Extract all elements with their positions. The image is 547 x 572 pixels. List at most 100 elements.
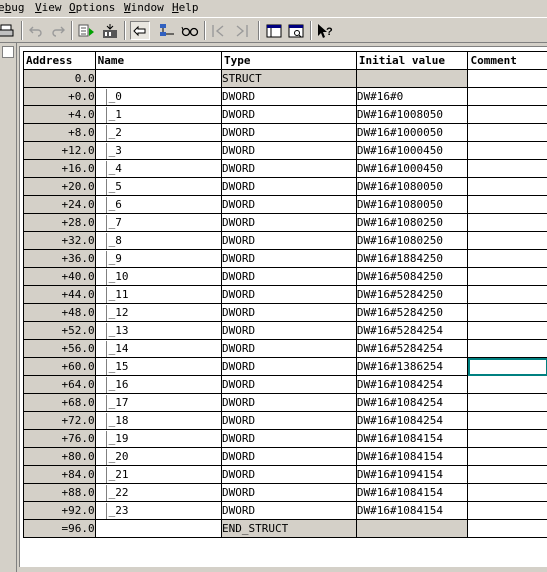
comment-cell[interactable] [467,429,547,448]
type-cell[interactable]: DWORD [221,429,357,448]
table-row[interactable]: +20.0 _5 DWORD DW#16#1080050 [23,177,547,196]
type-cell[interactable]: DWORD [221,357,357,376]
table-row[interactable]: +36.0 _9 DWORD DW#16#1884250 [23,249,547,268]
type-cell[interactable]: DWORD [221,465,357,484]
table-row[interactable]: +4.0 _1 DWORD DW#16#1008050 [23,105,547,124]
type-cell[interactable]: DWORD [221,195,357,214]
type-cell[interactable]: DWORD [221,393,357,412]
comment-cell[interactable] [467,519,547,538]
type-cell[interactable]: DWORD [221,213,357,232]
name-cell[interactable]: _21 [94,465,223,484]
column-header-comment[interactable]: Comment [467,51,547,70]
declaration-view-icon[interactable] [264,21,284,40]
initial-value-cell[interactable]: DW#16#1000050 [355,123,469,142]
comment-cell[interactable] [467,231,547,250]
name-cell[interactable]: _22 [94,483,223,502]
name-cell[interactable]: _4 [94,159,223,178]
type-cell[interactable]: DWORD [221,105,357,124]
initial-value-cell[interactable]: DW#16#1080050 [355,177,469,196]
name-cell[interactable]: _9 [94,249,223,268]
type-cell[interactable]: DWORD [221,87,357,106]
type-cell[interactable]: DWORD [221,411,357,430]
table-row[interactable]: 0.0 STRUCT [23,69,547,88]
comment-cell[interactable] [467,375,547,394]
column-header-initial-value[interactable]: Initial value [355,51,469,70]
name-cell[interactable]: _14 [94,339,223,358]
table-row[interactable]: +68.0 _17 DWORD DW#16#1084254 [23,393,547,412]
type-cell[interactable]: DWORD [221,123,357,142]
initial-value-cell[interactable]: DW#16#1094154 [355,465,469,484]
menu-view[interactable]: View [35,1,62,15]
network-icon[interactable] [157,21,177,40]
initial-value-cell[interactable] [355,69,469,88]
type-cell[interactable]: DWORD [221,141,357,160]
comment-cell[interactable] [467,213,547,232]
table-row[interactable]: +52.0 _13 DWORD DW#16#5284254 [23,321,547,340]
comment-cell[interactable] [467,195,547,214]
comment-cell[interactable] [467,105,547,124]
initial-value-cell[interactable]: DW#16#1084254 [355,411,469,430]
comment-cell[interactable] [467,447,547,466]
comment-cell[interactable] [467,411,547,430]
breakpoint-start-icon[interactable] [209,21,229,40]
menu-debug[interactable]: ebug [0,1,25,15]
name-cell[interactable]: _23 [94,501,223,520]
type-cell[interactable]: DWORD [221,339,357,358]
monitor-icon[interactable] [77,21,97,40]
name-cell[interactable]: _10 [94,267,223,286]
initial-value-cell[interactable]: DW#16#5284250 [355,285,469,304]
type-cell[interactable]: DWORD [221,501,357,520]
name-cell[interactable]: _17 [94,393,223,412]
name-cell[interactable]: _11 [94,285,223,304]
menu-help[interactable]: Help [172,1,199,15]
type-cell[interactable]: DWORD [221,177,357,196]
type-cell[interactable]: DWORD [221,159,357,178]
table-row[interactable]: +0.0 _0 DWORD DW#16#0 [23,87,547,106]
name-cell[interactable]: _2 [94,123,223,142]
name-cell[interactable]: _3 [94,141,223,160]
initial-value-cell[interactable]: DW#16#1084154 [355,447,469,466]
table-row[interactable]: +80.0 _20 DWORD DW#16#1084154 [23,447,547,466]
comment-cell[interactable] [467,303,547,322]
initial-value-cell[interactable]: DW#16#1084154 [355,483,469,502]
initial-value-cell[interactable]: DW#16#1000450 [355,141,469,160]
data-view-icon[interactable] [286,21,306,40]
comment-cell[interactable] [467,501,547,520]
name-cell[interactable]: _5 [94,177,223,196]
initial-value-cell[interactable]: DW#16#5284254 [355,321,469,340]
name-cell[interactable]: _0 [94,87,223,106]
table-row[interactable]: +88.0 _22 DWORD DW#16#1084154 [23,483,547,502]
comment-cell[interactable] [467,249,547,268]
initial-value-cell[interactable]: DW#16#5084250 [355,267,469,286]
type-cell[interactable]: DWORD [221,447,357,466]
table-row[interactable]: +56.0 _14 DWORD DW#16#5284254 [23,339,547,358]
type-cell[interactable]: DWORD [221,321,357,340]
initial-value-cell[interactable]: DW#16#1008050 [355,105,469,124]
type-cell[interactable]: DWORD [221,303,357,322]
initial-value-cell[interactable]: DW#16#1084154 [355,429,469,448]
table-row[interactable]: +92.0 _23 DWORD DW#16#1084154 [23,501,547,520]
initial-value-cell[interactable]: DW#16#1084254 [355,375,469,394]
undo-icon[interactable] [26,21,46,40]
menu-window[interactable]: Window [124,1,164,15]
table-row[interactable]: +40.0 _10 DWORD DW#16#5084250 [23,267,547,286]
comment-cell[interactable] [467,339,547,358]
menu-options[interactable]: Options [69,1,115,15]
comment-cell[interactable] [467,159,547,178]
comment-cell[interactable] [467,177,547,196]
initial-value-cell[interactable]: DW#16#1000450 [355,159,469,178]
name-cell[interactable]: _20 [94,447,223,466]
initial-value-cell[interactable]: DW#16#1084254 [355,393,469,412]
download-icon[interactable] [100,21,120,40]
table-row[interactable]: +44.0 _11 DWORD DW#16#5284250 [23,285,547,304]
name-cell[interactable] [94,69,223,88]
table-row[interactable]: +72.0 _18 DWORD DW#16#1084254 [23,411,547,430]
comment-cell[interactable] [467,393,547,412]
column-header-address[interactable]: Address [23,51,96,70]
comment-cell[interactable] [467,321,547,340]
comment-cell[interactable] [467,141,547,160]
table-row[interactable]: +32.0 _8 DWORD DW#16#1080250 [23,231,547,250]
name-cell[interactable] [94,519,223,538]
initial-value-cell[interactable]: DW#16#1080050 [355,195,469,214]
comment-cell[interactable] [467,87,547,106]
